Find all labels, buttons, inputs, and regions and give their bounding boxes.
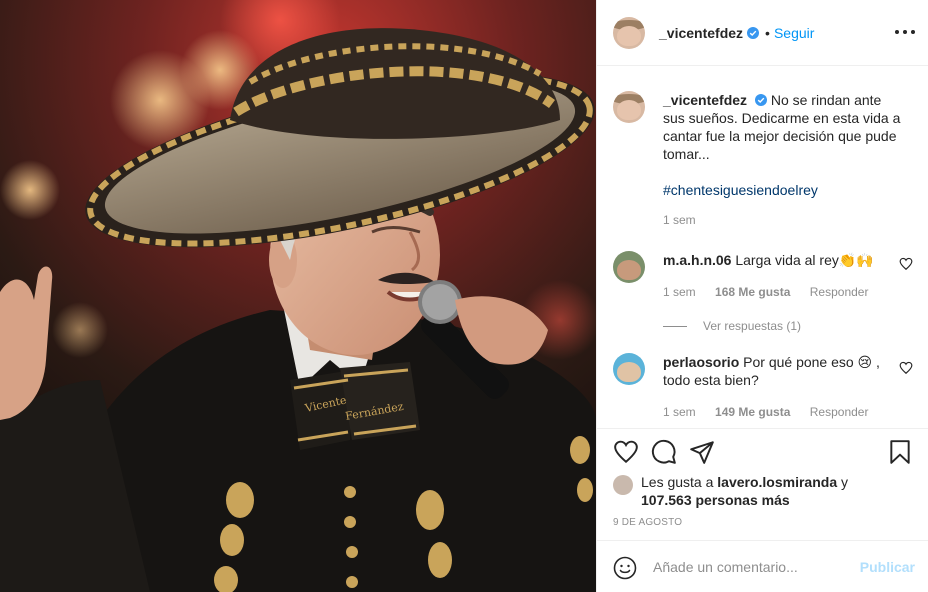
comment-likes[interactable]: 168 Me gusta: [715, 285, 790, 299]
publish-button[interactable]: Publicar: [860, 559, 915, 575]
follow-button[interactable]: Seguir: [774, 25, 814, 41]
comments-section[interactable]: _vicentefdez No se rindan ante sus sueño…: [597, 67, 928, 427]
author-avatar[interactable]: [613, 16, 645, 49]
heart-icon[interactable]: [613, 439, 639, 465]
post-actions: Les gusta a lavero.losmiranda y 107.563 …: [597, 428, 928, 540]
view-replies-label[interactable]: Ver respuestas (1): [703, 319, 801, 333]
share-icon[interactable]: [689, 439, 715, 465]
caption-username[interactable]: _vicentefdez: [663, 92, 747, 108]
emoji-icon[interactable]: [613, 556, 637, 580]
commenter-avatar[interactable]: [613, 353, 645, 385]
replies-line: [663, 325, 687, 327]
action-icons: [613, 439, 913, 467]
comment-item: m.a.h.n.06 Larga vida al rey👏🙌 1 sem 168…: [613, 251, 913, 301]
author-username[interactable]: _vicentefdez: [659, 25, 743, 41]
likes-prefix: Les gusta a: [641, 474, 718, 490]
post-photo-illustration: Vicente Fernández: [0, 0, 596, 592]
comment-like-heart-icon[interactable]: [899, 257, 913, 271]
commenter-avatar[interactable]: [613, 251, 645, 283]
instagram-post: Vicente Fernández _vicentefdez • Seguir …: [0, 0, 928, 592]
liker-username[interactable]: lavero.losmiranda: [717, 474, 837, 490]
comment-input[interactable]: [653, 557, 853, 577]
separator-dot: •: [765, 24, 770, 41]
commenter-username[interactable]: m.a.h.n.06: [663, 252, 731, 268]
comment-icon[interactable]: [651, 439, 677, 465]
likes-count[interactable]: 107.563 personas más: [641, 492, 790, 508]
commenter-username[interactable]: perlaosorio: [663, 354, 739, 370]
comment-text: Larga vida al rey👏🙌: [735, 252, 874, 268]
comment-time[interactable]: 1 sem: [663, 405, 696, 419]
comment-likes[interactable]: 149 Me gusta: [715, 405, 790, 419]
reply-button[interactable]: Responder: [810, 285, 869, 299]
view-replies-button[interactable]: Ver respuestas (1): [663, 319, 801, 333]
verified-badge-icon: [747, 26, 760, 39]
post-header: _vicentefdez • Seguir: [597, 0, 928, 66]
caption-avatar[interactable]: [613, 91, 645, 123]
post-image[interactable]: Vicente Fernández: [0, 0, 596, 592]
liker-avatar[interactable]: [613, 475, 633, 495]
comment-item: perlaosorio Por qué pone eso 😢 , todo es…: [613, 353, 913, 423]
likes-middle: y: [837, 474, 848, 490]
add-comment-bar: Publicar: [597, 540, 928, 592]
caption-time[interactable]: 1 sem: [663, 213, 696, 227]
post-side-panel: _vicentefdez • Seguir _vicentefdez No se…: [596, 0, 928, 592]
more-horizontal-icon[interactable]: [895, 22, 915, 42]
comment-time[interactable]: 1 sem: [663, 285, 696, 299]
post-date[interactable]: 9 DE AGOSTO: [613, 517, 682, 528]
verified-badge-icon: [754, 94, 767, 106]
bookmark-icon[interactable]: [887, 439, 913, 465]
caption: _vicentefdez No se rindan ante sus sueño…: [613, 91, 913, 241]
reply-button[interactable]: Responder: [810, 405, 869, 419]
comment-like-heart-icon[interactable]: [899, 361, 913, 375]
caption-hashtag[interactable]: #chentesiguesiendoelrey: [663, 182, 818, 198]
